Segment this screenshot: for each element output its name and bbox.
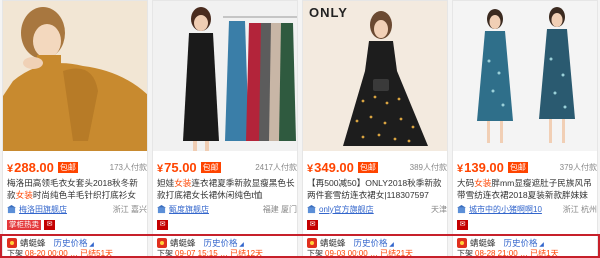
product-card[interactable]: ONLY ¥349.00 包邮 389人付款 【再500减50】ONLY2018… <box>302 0 448 258</box>
shop-link[interactable]: only官方旗舰店 <box>319 204 374 215</box>
bee-logo-icon <box>307 237 317 248</box>
photo-sweater-model <box>3 1 147 151</box>
shop-icon <box>457 204 466 213</box>
plugin-name: 蜻蜓蜂 <box>170 237 196 248</box>
shop-icon <box>157 204 166 213</box>
product-title[interactable]: 梅洛田高领毛衣女套头2018秋冬新款女装时尚纯色羊毛针织打底衫女 <box>7 177 145 201</box>
mail-badge-icon: ✉ <box>157 220 168 230</box>
plugin-name: 蜻蜓蜂 <box>20 237 46 248</box>
shop-location: 浙江 杭州 <box>562 204 597 214</box>
postage-tag: 包邮 <box>357 161 378 173</box>
price-history-plugin: 蜻蜓蜂 历史价格 下架 09-03 00:00 … 已结21天 <box>307 237 447 258</box>
product-price: ¥75.00 <box>157 159 197 175</box>
product-price: ¥139.00 <box>457 159 504 175</box>
delist-time: 08-20 00:00 … 已结51天 <box>25 249 114 258</box>
product-price: ¥349.00 <box>307 159 354 175</box>
sold-count: 379人付款 <box>559 162 597 172</box>
price-history-plugin: 蜻蜓蜂 历史价格 下架 08-28 21:00 … 已结1天 <box>457 237 597 258</box>
delist-time: 09-03 00:00 … 已结21天 <box>325 249 414 258</box>
photo-dresses-rack <box>153 1 297 151</box>
delist-label: 下架 <box>307 249 323 258</box>
shop-icon <box>307 204 316 213</box>
price-history-plugin: 蜻蜓蜂 历史价格 下架 09-07 15:15 … 已结12天 <box>157 237 297 258</box>
sold-count: 2417人付款 <box>255 162 297 172</box>
photo-floral-dress-models <box>453 1 597 151</box>
shop-location: 浙江 嘉兴 <box>112 204 147 214</box>
postage-tag: 包邮 <box>507 161 528 173</box>
postage-tag: 包邮 <box>200 161 221 173</box>
plugin-name: 蜻蜓蜂 <box>470 237 496 248</box>
shop-icon <box>7 204 16 213</box>
sold-count: 173人付款 <box>109 162 147 172</box>
photo-dotted-dress-model <box>303 1 447 151</box>
product-photo[interactable] <box>3 1 147 151</box>
mail-badge-icon: ✉ <box>457 220 468 230</box>
product-title[interactable]: 大码女装胖mm显瘦遮肚子民族风吊带雪纺连衣裙2018夏装新款胖妹妹 <box>457 177 595 201</box>
price-history-link[interactable]: 历史价格 <box>354 237 394 249</box>
price-history-link[interactable]: 历史价格 <box>504 237 544 249</box>
shop-link[interactable]: 梅洛田旗舰店 <box>19 204 67 215</box>
bee-logo-icon <box>457 237 467 248</box>
shop-location: 天津 <box>431 204 447 214</box>
price-history-link[interactable]: 历史价格 <box>204 237 244 249</box>
delist-time: 08-28 21:00 … 已结1天 <box>475 249 559 258</box>
price-history-plugin: 蜻蜓蜂 历史价格 下架 08-20 00:00 … 已结51天 <box>7 237 147 258</box>
delist-label: 下架 <box>157 249 173 258</box>
product-title[interactable]: 【再500减50】ONLY2018秋季新款两件套雪纺连衣裙女|118307597 <box>307 177 445 201</box>
bee-logo-icon <box>7 237 17 248</box>
mail-badge-icon: ✉ <box>44 220 55 230</box>
shop-location: 福建 厦门 <box>262 204 297 214</box>
delist-time: 09-07 15:15 … 已结12天 <box>175 249 264 258</box>
product-photo[interactable]: ONLY <box>303 1 447 151</box>
product-price: ¥288.00 <box>7 159 54 175</box>
shop-link[interactable]: 甄度旗舰店 <box>169 204 209 215</box>
product-card[interactable]: ¥75.00 包邮 2417人付款 妲娃女装连衣裙夏季新款显瘦黑色长款打底裙女长… <box>152 0 298 258</box>
brand-logo: ONLY <box>309 5 348 20</box>
bee-logo-icon <box>157 237 167 248</box>
product-photo[interactable] <box>153 1 297 151</box>
product-title[interactable]: 妲娃女装连衣裙夏季新款显瘦黑色长款打底裙女长裙休闲纯色t恤 <box>157 177 295 201</box>
product-grid: ¥288.00 包邮 173人付款 梅洛田高领毛衣女套头2018秋冬新款女装时尚… <box>0 0 600 258</box>
mail-badge-icon: ✉ <box>307 220 318 230</box>
price-history-link[interactable]: 历史价格 <box>54 237 94 249</box>
product-card[interactable]: ¥139.00 包邮 379人付款 大码女装胖mm显瘦遮肚子民族风吊带雪纺连衣裙… <box>452 0 598 258</box>
product-card[interactable]: ¥288.00 包邮 173人付款 梅洛田高领毛衣女套头2018秋冬新款女装时尚… <box>2 0 148 258</box>
delist-label: 下架 <box>7 249 23 258</box>
product-photo[interactable] <box>453 1 597 151</box>
delist-label: 下架 <box>457 249 473 258</box>
seller-badge: 掌柜热卖 <box>7 220 41 230</box>
plugin-name: 蜻蜓蜂 <box>320 237 346 248</box>
shop-link[interactable]: 城市中的小猪啊啊10 <box>469 204 542 215</box>
postage-tag: 包邮 <box>57 161 78 173</box>
sold-count: 389人付款 <box>409 162 447 172</box>
